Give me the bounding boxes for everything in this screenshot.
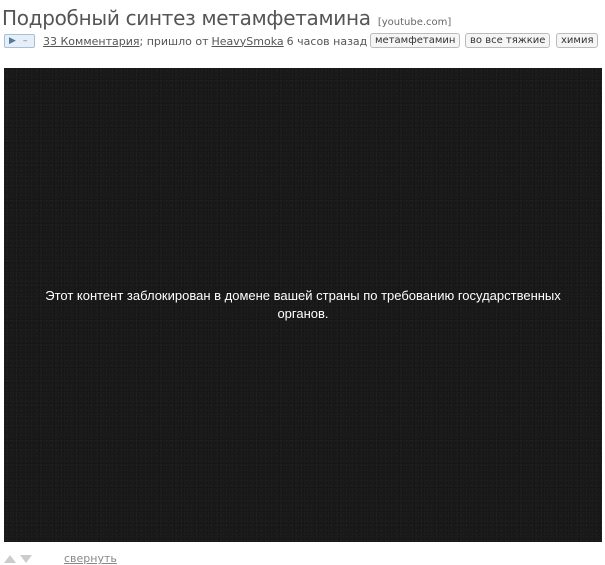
posted-by-text: ; пришло от [139, 34, 209, 48]
video-toggle-button[interactable]: ▶ – [4, 34, 35, 48]
source-domain: [youtube.com] [377, 17, 452, 28]
play-icon: ▶ [9, 36, 16, 46]
tag-meth[interactable]: метамфетамин [370, 33, 461, 48]
time-ago: 6 часов назад [286, 34, 368, 48]
post-title[interactable]: Подробный синтез метамфетамина [2, 6, 371, 30]
vote-down-icon[interactable] [20, 554, 32, 563]
tag-breaking-bad[interactable]: во все тяжкие [465, 33, 551, 48]
video-player[interactable]: Этот контент заблокирован в домене вашей… [4, 68, 602, 542]
post-meta: ▶ – 33 Комментария ; пришло от HeavySmok… [4, 32, 370, 50]
vote-up-icon[interactable] [4, 554, 16, 563]
blocked-message: Этот контент заблокирован в домене вашей… [45, 288, 561, 321]
dash-icon: – [22, 36, 28, 46]
post-title-row: Подробный синтез метамфетамина [youtube.… [2, 6, 451, 30]
tag-chemistry[interactable]: химия [556, 33, 599, 48]
post-footer: свернуть [4, 552, 117, 565]
collapse-link[interactable]: свернуть [64, 552, 117, 565]
comments-link[interactable]: 33 Комментария [43, 35, 140, 48]
author-link[interactable]: HeavySmoka [212, 35, 284, 48]
